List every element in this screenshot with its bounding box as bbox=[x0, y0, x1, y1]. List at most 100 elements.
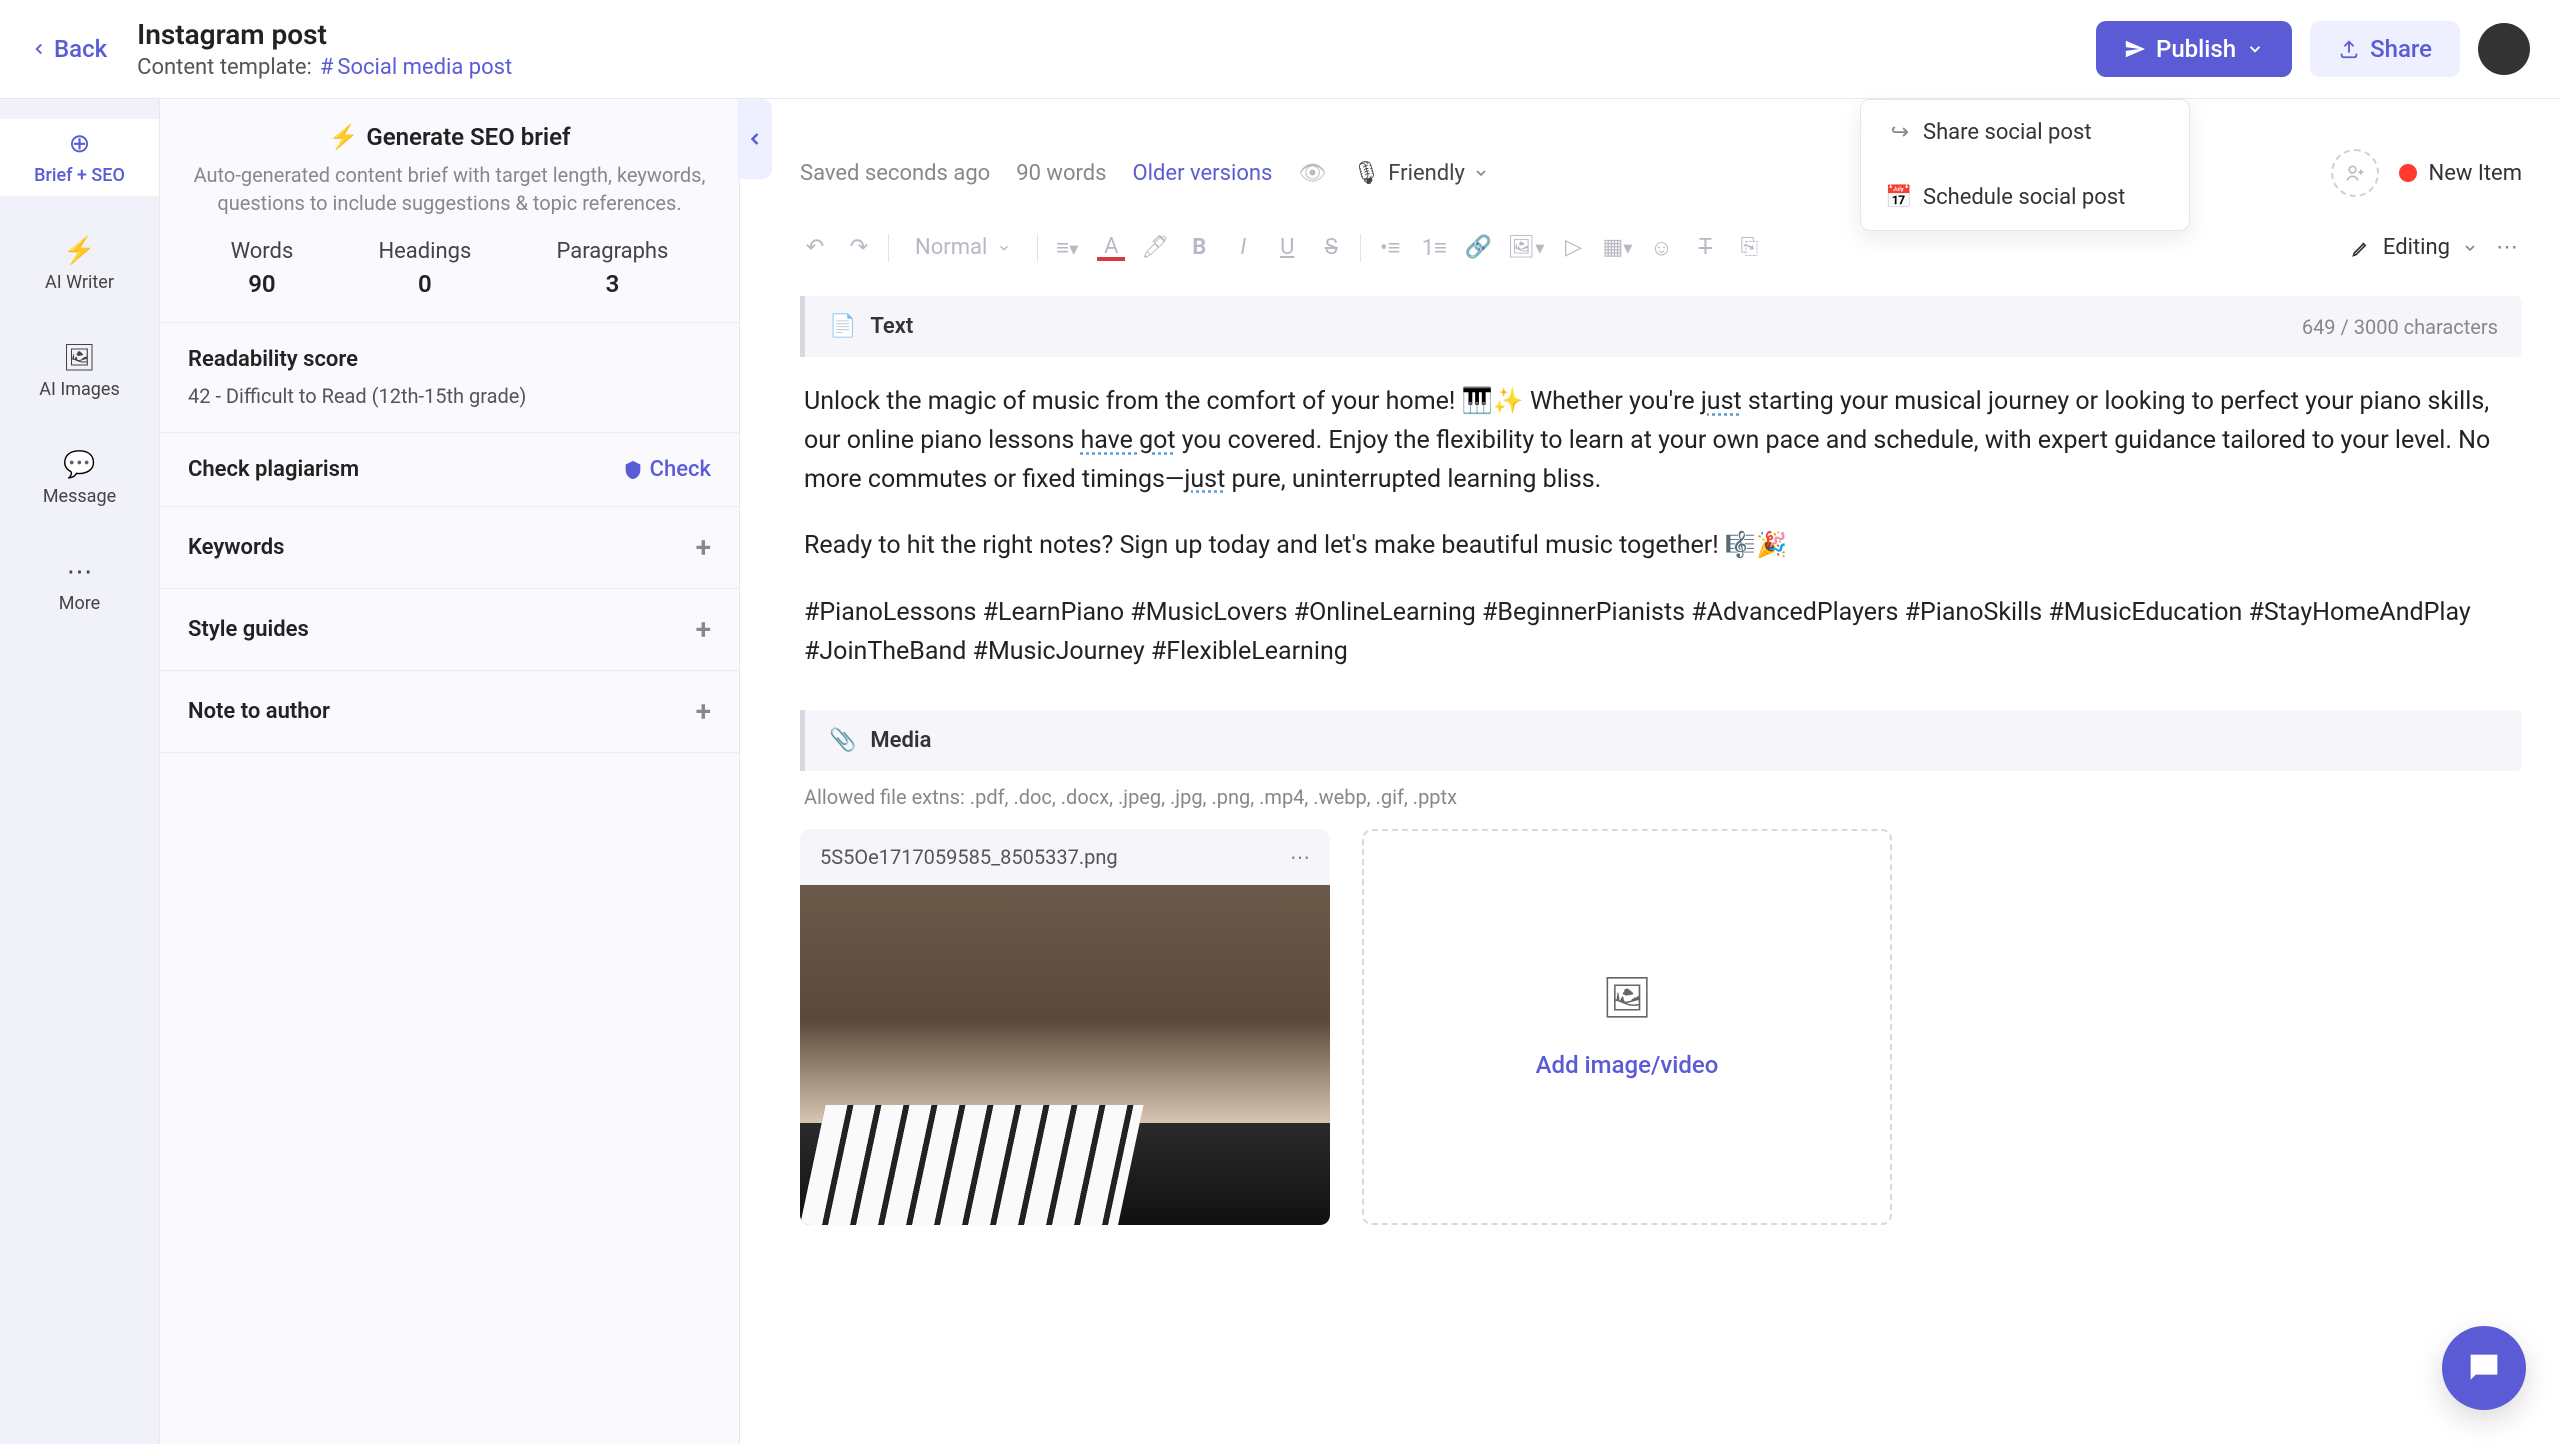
generate-brief-section[interactable]: ⚡Generate SEO brief Auto-generated conte… bbox=[160, 99, 739, 323]
metric-headings: Headings 0 bbox=[378, 239, 471, 298]
header-actions: Publish Share bbox=[2096, 21, 2530, 77]
publish-button[interactable]: Publish bbox=[2096, 21, 2292, 77]
media-filename: 5S5Oe1717059585_8505337.png bbox=[820, 845, 1118, 869]
styleguides-section: Style guides + bbox=[160, 589, 739, 671]
bolt-icon: ⚡ bbox=[63, 236, 95, 266]
mode-select[interactable]: Editing bbox=[2351, 235, 2478, 260]
paragraph-style-select[interactable]: Normal bbox=[903, 231, 1023, 264]
check-plagiarism-button[interactable]: Check bbox=[622, 457, 711, 482]
media-more-button[interactable]: ⋯ bbox=[1290, 845, 1310, 869]
number-list-button[interactable]: 1≡ bbox=[1419, 235, 1449, 261]
highlight-button[interactable]: 🖊 bbox=[1140, 235, 1170, 260]
rail-brief[interactable]: ⊕ Brief + SEO bbox=[0, 119, 159, 196]
allowed-extensions: Allowed file extns: .pdf, .doc, .docx, .… bbox=[804, 785, 2522, 809]
italic-button[interactable]: I bbox=[1228, 235, 1258, 260]
more-tools-button[interactable]: ⋯ bbox=[2492, 235, 2522, 260]
send-icon bbox=[2124, 38, 2146, 60]
strike-button[interactable]: S bbox=[1316, 235, 1346, 260]
mic-icon: 🎙 bbox=[1352, 161, 1380, 186]
text-color-button[interactable]: A bbox=[1096, 234, 1126, 261]
schedule-social-post[interactable]: 📅 Schedule social post bbox=[1861, 165, 2189, 230]
rail-message[interactable]: 💬 Message bbox=[0, 440, 159, 517]
add-media-button[interactable]: 🖼 Add image/video bbox=[1362, 829, 1892, 1225]
image-icon: 🖼 bbox=[1602, 974, 1653, 1021]
bullet-list-button[interactable]: •≡ bbox=[1375, 235, 1405, 261]
bold-button[interactable]: B bbox=[1184, 235, 1214, 260]
code-button[interactable]: ⎘ bbox=[1734, 235, 1764, 260]
note-section: Note to author + bbox=[160, 671, 739, 753]
undo-button[interactable]: ↶ bbox=[800, 235, 830, 260]
target-icon: ⊕ bbox=[69, 129, 91, 159]
tone-selector[interactable]: 🎙 Friendly bbox=[1352, 161, 1489, 186]
share-arrow-icon: ↪ bbox=[1885, 120, 1909, 145]
rail-writer[interactable]: ⚡ AI Writer bbox=[0, 226, 159, 303]
shield-icon bbox=[622, 459, 644, 481]
media-block-header: 📎 Media bbox=[800, 710, 2522, 771]
brief-panel: ⚡Generate SEO brief Auto-generated conte… bbox=[160, 99, 740, 1444]
rail-images[interactable]: 🖼 AI Images bbox=[0, 333, 159, 410]
redo-button[interactable]: ↷ bbox=[844, 235, 874, 260]
add-assignee-button[interactable] bbox=[2331, 149, 2379, 197]
publish-dropdown: ↪ Share social post 📅 Schedule social po… bbox=[1860, 99, 2190, 231]
hash-icon: # bbox=[320, 55, 334, 80]
dots-icon: ⋯ bbox=[67, 557, 93, 587]
person-plus-icon bbox=[2345, 163, 2365, 183]
link-button[interactable]: 🔗 bbox=[1463, 235, 1493, 260]
emoji-button[interactable]: ☺ bbox=[1646, 235, 1676, 261]
media-row: 5S5Oe1717059585_8505337.png ⋯ 🖼 Add imag… bbox=[800, 829, 2522, 1225]
template-line: Content template: # Social media post bbox=[137, 55, 512, 80]
readability-title: Readability score bbox=[188, 347, 711, 372]
header-title-block: Instagram post Content template: # Socia… bbox=[137, 18, 512, 80]
table-button[interactable]: ▦▾ bbox=[1602, 235, 1632, 260]
saved-status: Saved seconds ago bbox=[800, 161, 990, 186]
share-button[interactable]: Share bbox=[2310, 21, 2460, 77]
readability-section: Readability score 42 - Difficult to Read… bbox=[160, 323, 739, 433]
older-versions-link[interactable]: Older versions bbox=[1133, 161, 1273, 186]
back-button[interactable]: Back bbox=[30, 35, 107, 63]
chevron-left-icon bbox=[30, 40, 48, 58]
content-text[interactable]: Unlock the magic of music from the comfo… bbox=[800, 357, 2522, 710]
calendar-icon: 📅 bbox=[1885, 185, 1909, 210]
align-button[interactable]: ≡▾ bbox=[1052, 235, 1082, 261]
video-button[interactable]: ▷ bbox=[1558, 235, 1588, 260]
readability-value: 42 - Difficult to Read (12th-15th grade) bbox=[188, 384, 711, 408]
doc-icon: 📄 bbox=[829, 314, 856, 339]
clear-format-button[interactable]: T bbox=[1690, 235, 1720, 260]
header: Back Instagram post Content template: # … bbox=[0, 0, 2560, 99]
back-label: Back bbox=[54, 35, 107, 63]
add-keyword-button[interactable]: + bbox=[696, 531, 711, 564]
underline-button[interactable]: U bbox=[1272, 235, 1302, 260]
chevron-down-icon bbox=[1473, 165, 1489, 181]
share-social-post[interactable]: ↪ Share social post bbox=[1861, 100, 2189, 165]
pencil-icon bbox=[2351, 238, 2371, 258]
add-styleguide-button[interactable]: + bbox=[696, 613, 711, 646]
visibility-icon[interactable]: 👁 bbox=[1298, 161, 1326, 186]
plagiarism-section: Check plagiarism Check bbox=[160, 433, 739, 507]
brief-metrics: Words 90 Headings 0 Paragraphs 3 bbox=[188, 239, 711, 298]
rail-more[interactable]: ⋯ More bbox=[0, 547, 159, 624]
insert-image-button[interactable]: 🖼▾ bbox=[1507, 235, 1544, 260]
add-note-button[interactable]: + bbox=[696, 695, 711, 728]
chat-bubble-icon bbox=[2464, 1348, 2504, 1388]
word-count: 90 words bbox=[1016, 161, 1106, 186]
template-label: Content template: bbox=[137, 55, 312, 80]
media-thumbnail[interactable] bbox=[800, 885, 1330, 1225]
status-pill[interactable]: New Item bbox=[2399, 161, 2523, 186]
template-tag[interactable]: # Social media post bbox=[320, 55, 512, 80]
paperclip-icon: 📎 bbox=[829, 728, 856, 753]
editor-toolbar: ↶ ↷ Normal ≡▾ A 🖊 B I U S •≡ 1≡ 🔗 🖼 bbox=[800, 219, 2522, 296]
text-block-header: 📄 Text 649 / 3000 characters bbox=[800, 296, 2522, 357]
status-dot-icon bbox=[2399, 164, 2417, 182]
side-rail: ⊕ Brief + SEO ⚡ AI Writer 🖼 AI Images 💬 … bbox=[0, 99, 160, 1444]
keywords-section: Keywords + bbox=[160, 507, 739, 589]
bolt-icon: ⚡ bbox=[328, 123, 358, 151]
editor-area: ↪ Share social post 📅 Schedule social po… bbox=[740, 99, 2560, 1444]
upload-icon bbox=[2338, 38, 2360, 60]
char-count: 649 / 3000 characters bbox=[2302, 315, 2498, 339]
chevron-down-icon bbox=[997, 241, 1011, 255]
chat-icon: 💬 bbox=[63, 450, 95, 480]
page-title: Instagram post bbox=[137, 18, 512, 51]
generate-brief-desc: Auto-generated content brief with target… bbox=[188, 161, 711, 217]
chat-fab[interactable] bbox=[2442, 1326, 2526, 1410]
avatar[interactable] bbox=[2478, 23, 2530, 75]
